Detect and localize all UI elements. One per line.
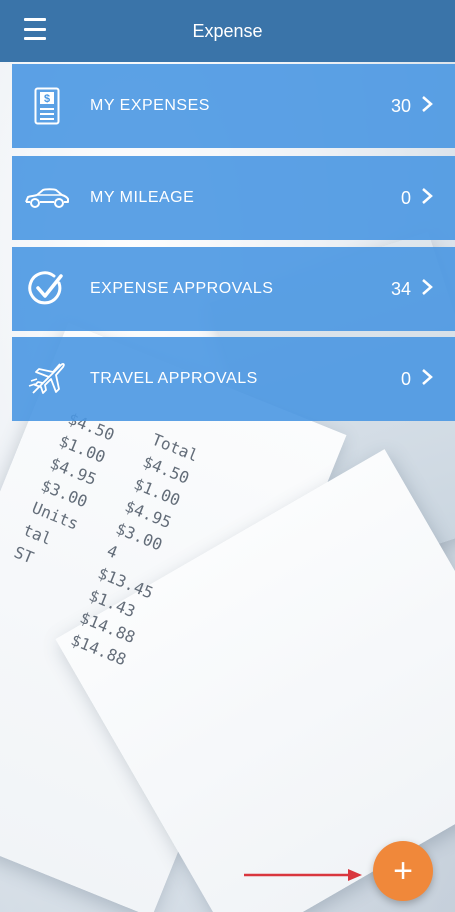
chevron-right-icon: [421, 367, 439, 391]
app-header: Expense: [0, 0, 455, 62]
menu-item-label: MY MILEAGE: [90, 189, 195, 206]
chevron-right-icon: [421, 94, 439, 118]
car-icon: [12, 187, 82, 209]
page-title: Expense: [192, 20, 263, 41]
menu-item-count: 34: [390, 278, 411, 299]
app-screen: $4.50 $1.00 $4.95 $3.00 Units tal ST Tot…: [0, 0, 455, 912]
plus-icon: +: [393, 852, 413, 890]
menu-item-expense-approvals[interactable]: EXPENSE APPROVALS 34: [12, 247, 455, 331]
airplane-icon: [12, 359, 82, 399]
receipt-dollar-icon: $: [12, 87, 82, 125]
menu-item-my-expenses[interactable]: $ MY EXPENSES 30: [12, 64, 455, 148]
chevron-right-icon: [421, 277, 439, 301]
chevron-right-icon: [421, 186, 439, 210]
annotation-arrow-icon: [244, 869, 362, 881]
check-circle-icon: [12, 270, 82, 308]
add-expense-button[interactable]: +: [373, 841, 433, 901]
menu-item-travel-approvals[interactable]: TRAVEL APPROVALS 0: [12, 337, 455, 421]
svg-text:$: $: [44, 93, 50, 105]
menu-item-label: TRAVEL APPROVALS: [90, 370, 258, 387]
menu-item-count: 30: [390, 95, 411, 116]
menu-item-label: MY EXPENSES: [90, 97, 210, 114]
menu-item-count: 0: [400, 368, 411, 389]
menu-item-my-mileage[interactable]: MY MILEAGE 0: [12, 156, 455, 240]
hamburger-menu-icon[interactable]: [24, 18, 46, 40]
menu-item-label: EXPENSE APPROVALS: [90, 280, 274, 297]
menu-item-count: 0: [400, 187, 411, 208]
